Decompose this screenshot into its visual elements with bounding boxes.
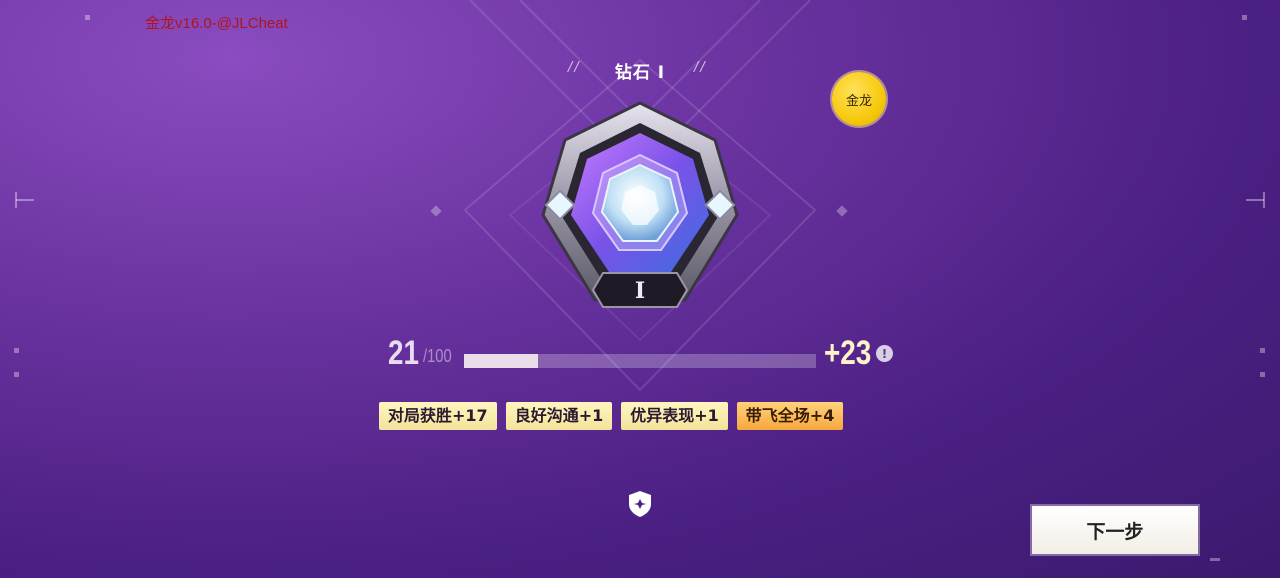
- corner-marker: [1210, 558, 1220, 561]
- diamond-rank-badge-icon: I: [541, 101, 739, 308]
- corner-marker: [14, 348, 19, 353]
- rank-points-current: 21: [388, 334, 420, 372]
- rank-progress-fill: [464, 354, 538, 368]
- next-step-button[interactable]: 下一步: [1032, 506, 1198, 554]
- bonus-tag-list: 对局获胜+17 良好沟通+1 优异表现+1 带飞全场+4: [379, 402, 844, 430]
- watermark-text: 金龙v16.0-@JLCheat: [145, 15, 288, 32]
- rank-points-gain: +23: [824, 334, 872, 372]
- corner-marker: [14, 372, 19, 377]
- corner-marker: [1242, 15, 1247, 20]
- rank-title: 钻石 I: [614, 63, 666, 83]
- info-icon[interactable]: !: [876, 345, 893, 362]
- corner-marker: [1260, 348, 1265, 353]
- rank-progress-bar: [464, 354, 816, 368]
- bonus-tag: 对局获胜+17: [379, 402, 497, 430]
- bonus-tag: 优异表现+1: [621, 402, 728, 430]
- currency-badge-label: 金龙: [845, 93, 872, 109]
- next-step-label: 下一步: [1086, 520, 1144, 543]
- corner-marker: [85, 15, 90, 20]
- rank-tier-numeral: I: [635, 278, 645, 304]
- bonus-tag: 带飞全场+4: [736, 402, 844, 430]
- bonus-tag: 良好沟通+1: [505, 402, 613, 430]
- rank-points-max: /100: [423, 346, 452, 366]
- corner-marker: [1260, 372, 1265, 377]
- currency-badge[interactable]: 金龙: [832, 72, 886, 126]
- shield-icon[interactable]: [626, 489, 654, 519]
- rank-title-decoration-right: //: [694, 60, 707, 75]
